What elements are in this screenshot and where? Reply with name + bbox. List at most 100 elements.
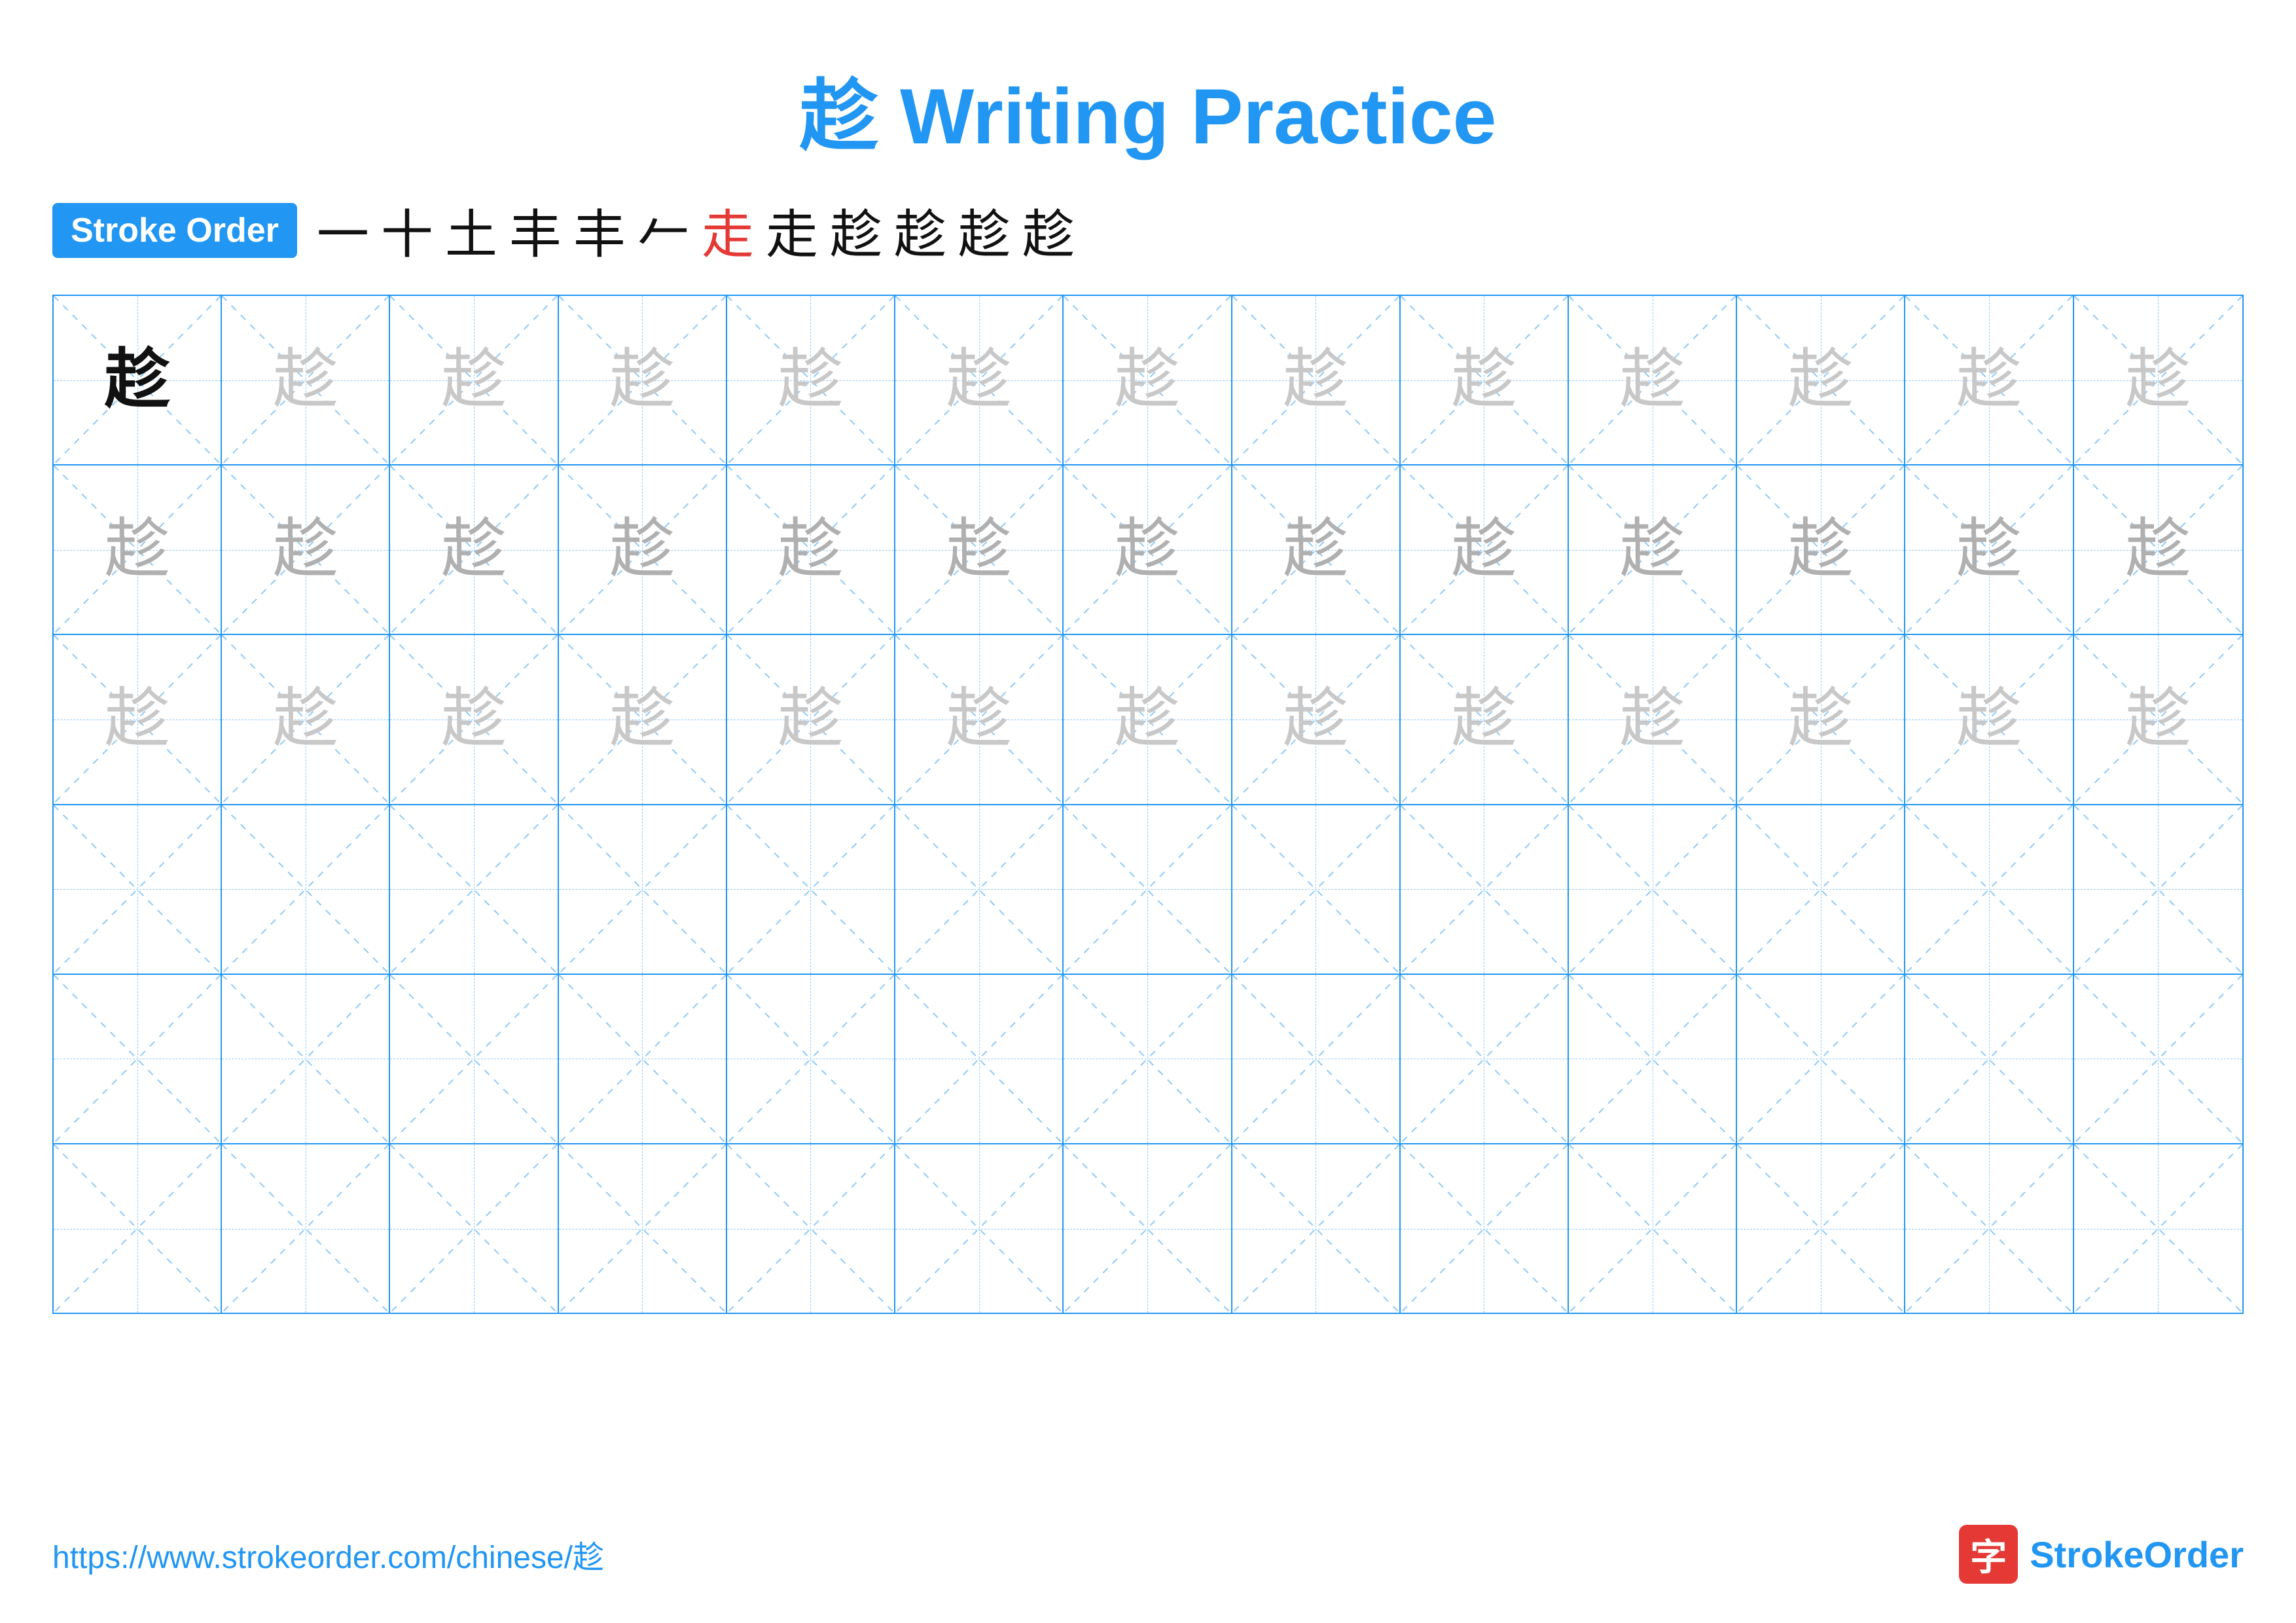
- char-cell: 趁: [105, 348, 170, 413]
- cell-4-8: [1232, 805, 1401, 974]
- cell-3-2: 趁: [222, 635, 390, 803]
- title-char: 趁: [800, 73, 878, 160]
- cell-6-11: [1737, 1144, 1905, 1313]
- cell-5-12: [1905, 975, 2073, 1143]
- cell-4-6: [895, 805, 1064, 974]
- stroke-10: 趁: [894, 192, 946, 268]
- cell-6-8: [1232, 1144, 1401, 1313]
- cell-2-2: 趁: [222, 465, 390, 634]
- cell-4-1: [54, 805, 222, 974]
- char-cell: 趁: [778, 687, 843, 752]
- footer-logo: 字 StrokeOrder: [1959, 1525, 2244, 1584]
- cell-1-2: 趁: [222, 296, 390, 464]
- char-cell: 趁: [2125, 517, 2191, 583]
- stroke-8: 走: [766, 192, 818, 268]
- stroke-7: 走: [702, 192, 754, 268]
- char-cell: 趁: [778, 348, 843, 413]
- char-cell: 趁: [1788, 348, 1854, 413]
- cell-3-5: 趁: [727, 635, 895, 803]
- cell-6-1: [54, 1144, 222, 1313]
- logo-name-stroke: Stroke: [2030, 1534, 2144, 1575]
- char-cell: 趁: [778, 517, 843, 583]
- grid-row-3: 趁 趁 趁 趁 趁 趁 趁: [54, 635, 2242, 805]
- cell-2-3: 趁: [390, 465, 558, 634]
- cell-3-3: 趁: [390, 635, 558, 803]
- char-cell: 趁: [1956, 517, 2022, 583]
- practice-grid-container: 趁 趁 趁 趁 趁 趁 趁: [0, 295, 2296, 1314]
- char-cell: 趁: [609, 687, 675, 752]
- cell-6-12: [1905, 1144, 2073, 1313]
- char-cell: 趁: [1283, 687, 1348, 752]
- char-cell: 趁: [1451, 687, 1516, 752]
- cell-4-9: [1401, 805, 1569, 974]
- char-cell: 趁: [441, 348, 507, 413]
- cell-2-5: 趁: [727, 465, 895, 634]
- cell-5-8: [1232, 975, 1401, 1143]
- cell-5-6: [895, 975, 1064, 1143]
- cell-6-7: [1064, 1144, 1232, 1313]
- practice-grid: 趁 趁 趁 趁 趁 趁 趁: [52, 295, 2244, 1314]
- logo-char: 字: [1970, 1528, 2007, 1581]
- char-cell: 趁: [273, 348, 338, 413]
- stroke-12: 趁: [1022, 192, 1075, 268]
- cell-5-11: [1737, 975, 1905, 1143]
- cell-3-10: 趁: [1569, 635, 1737, 803]
- char-cell: 趁: [105, 517, 170, 583]
- char-cell: 趁: [1115, 517, 1180, 583]
- grid-row-1: 趁 趁 趁 趁 趁 趁 趁: [54, 296, 2242, 465]
- cell-2-10: 趁: [1569, 465, 1737, 634]
- cell-5-3: [390, 975, 558, 1143]
- cell-3-11: 趁: [1737, 635, 1905, 803]
- grid-row-5: [54, 975, 2242, 1144]
- cell-5-10: [1569, 975, 1737, 1143]
- cell-6-6: [895, 1144, 1064, 1313]
- cell-1-13: 趁: [2074, 296, 2242, 464]
- cell-1-4: 趁: [559, 296, 727, 464]
- char-cell: 趁: [609, 517, 675, 583]
- cell-3-6: 趁: [895, 635, 1064, 803]
- cell-2-4: 趁: [559, 465, 727, 634]
- cell-5-1: [54, 975, 222, 1143]
- char-cell: 趁: [1115, 348, 1180, 413]
- stroke-11: 趁: [958, 192, 1011, 268]
- footer-url-link[interactable]: https://www.strokeorder.com/chinese/趁: [52, 1531, 604, 1577]
- stroke-6: 𠂉: [637, 192, 690, 268]
- cell-2-1: 趁: [54, 465, 222, 634]
- stroke-4: 丰: [509, 192, 562, 268]
- cell-3-1: 趁: [54, 635, 222, 803]
- grid-row-6: [54, 1144, 2242, 1313]
- cell-1-9: 趁: [1401, 296, 1569, 464]
- char-cell: 趁: [1115, 687, 1180, 752]
- cell-6-10: [1569, 1144, 1737, 1313]
- cell-1-7: 趁: [1064, 296, 1232, 464]
- stroke-1: 一: [317, 192, 369, 268]
- stroke-order-row: Stroke Order 一 十 土 丰 丰 𠂉 走 走 趁 趁 趁 趁: [0, 192, 2296, 268]
- stroke-2: 十: [381, 192, 433, 268]
- stroke-5: 丰: [573, 192, 626, 268]
- stroke-9: 趁: [830, 192, 882, 268]
- char-cell: 趁: [441, 687, 507, 752]
- cell-3-7: 趁: [1064, 635, 1232, 803]
- char-cell: 趁: [441, 517, 507, 583]
- cell-4-3: [390, 805, 558, 974]
- cell-1-12: 趁: [1905, 296, 2073, 464]
- cell-2-12: 趁: [1905, 465, 2073, 634]
- cell-4-2: [222, 805, 390, 974]
- cell-1-6: 趁: [895, 296, 1064, 464]
- char-cell: 趁: [1788, 517, 1854, 583]
- cell-3-8: 趁: [1232, 635, 1401, 803]
- cell-1-10: 趁: [1569, 296, 1737, 464]
- char-cell: 趁: [2125, 348, 2191, 413]
- cell-5-7: [1064, 975, 1232, 1143]
- cell-2-11: 趁: [1737, 465, 1905, 634]
- cell-1-3: 趁: [390, 296, 558, 464]
- char-cell: 趁: [2125, 687, 2191, 752]
- cell-2-8: 趁: [1232, 465, 1401, 634]
- cell-1-8: 趁: [1232, 296, 1401, 464]
- char-cell: 趁: [946, 348, 1012, 413]
- page-title: 趁 Writing Practice: [0, 0, 2296, 166]
- cell-4-13: [2074, 805, 2242, 974]
- char-cell: 趁: [105, 687, 170, 752]
- cell-1-5: 趁: [727, 296, 895, 464]
- cell-3-9: 趁: [1401, 635, 1569, 803]
